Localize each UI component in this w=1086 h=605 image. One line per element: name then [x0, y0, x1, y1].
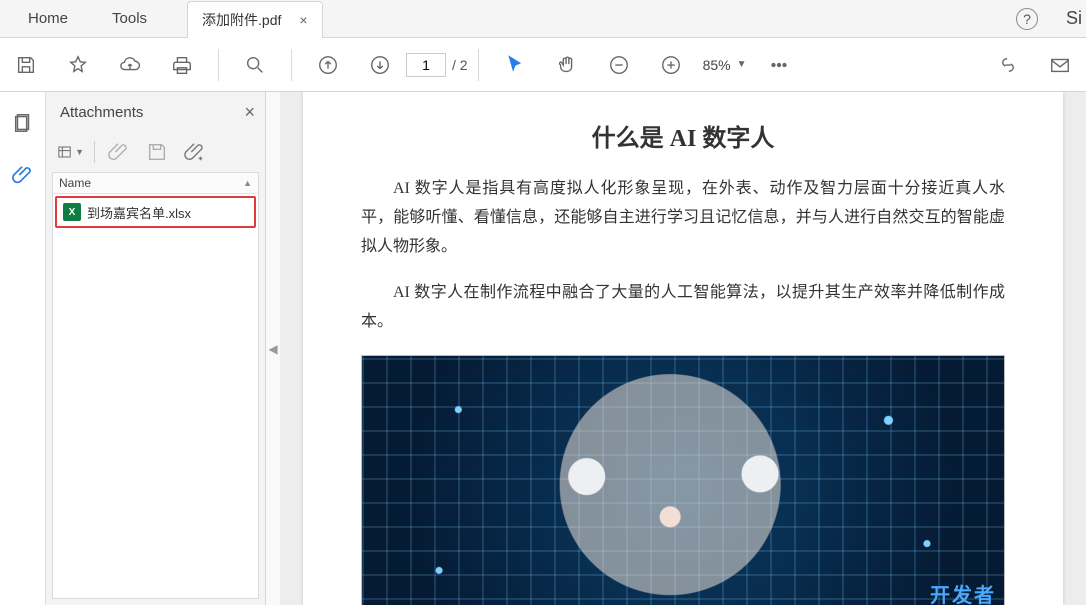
document-tab-title: 添加附件.pdf — [202, 10, 281, 30]
attachment-filename: 到场嘉宾名单.xlsx — [87, 203, 191, 222]
watermark-line1: 开发者 — [911, 586, 996, 605]
sort-ascending-icon: ▲ — [243, 178, 252, 188]
zoom-value: 85% — [703, 57, 731, 73]
page-total-label: / 2 — [452, 57, 468, 73]
attachments-panel: Attachments × ▼ Name ▲ — [46, 92, 266, 605]
find-icon[interactable] — [235, 45, 275, 85]
page-number-input[interactable] — [406, 53, 446, 77]
email-icon[interactable] — [1040, 45, 1080, 85]
attachments-list: Name ▲ X 到场嘉宾名单.xlsx — [52, 172, 259, 599]
toolbar-divider — [218, 49, 219, 81]
attachments-toolbar: ▼ — [46, 132, 265, 172]
attachment-item[interactable]: X 到场嘉宾名单.xlsx — [57, 198, 254, 226]
share-link-icon[interactable] — [988, 45, 1028, 85]
selection-tool-icon[interactable] — [495, 45, 535, 85]
sign-in-link[interactable]: Si — [1056, 8, 1086, 29]
close-panel-button[interactable]: × — [244, 102, 255, 123]
add-attachment-icon[interactable] — [181, 138, 209, 166]
save-attachment-icon[interactable] — [143, 138, 171, 166]
toolbar-divider — [478, 49, 479, 81]
close-tab-button[interactable]: × — [299, 12, 307, 28]
attachments-panel-title: Attachments — [60, 104, 143, 121]
document-image: 开发者 DevZe.CoM — [361, 355, 1005, 605]
column-name-label: Name — [59, 176, 91, 190]
page-up-icon[interactable] — [308, 45, 348, 85]
pdf-page: 什么是 AI 数字人 AI 数字人是指具有高度拟人化形象呈现，在外表、动作及智力… — [303, 92, 1063, 605]
left-nav-rail — [0, 92, 46, 605]
attachment-item-highlight: X 到场嘉宾名单.xlsx — [55, 196, 256, 228]
document-tab[interactable]: 添加附件.pdf × — [187, 1, 323, 38]
collapse-panel-handle[interactable]: ◀ — [266, 92, 280, 605]
menu-home[interactable]: Home — [6, 0, 90, 37]
zoom-in-icon[interactable] — [651, 45, 691, 85]
star-icon[interactable] — [58, 45, 98, 85]
chevron-down-icon: ▼ — [737, 59, 747, 70]
excel-file-icon: X — [63, 203, 81, 221]
image-watermark: 开发者 DevZe.CoM — [911, 586, 996, 605]
toolbar-divider — [291, 49, 292, 81]
page-viewport[interactable]: 什么是 AI 数字人 AI 数字人是指具有高度拟人化形象呈现，在外表、动作及智力… — [280, 92, 1086, 605]
cloud-upload-icon[interactable] — [110, 45, 150, 85]
help-icon[interactable]: ? — [1016, 8, 1038, 30]
attachment-options-icon[interactable]: ▼ — [56, 138, 84, 166]
menu-tools[interactable]: Tools — [90, 0, 169, 37]
hand-tool-icon[interactable] — [547, 45, 587, 85]
main-area: Attachments × ▼ Name ▲ — [0, 92, 1086, 605]
save-icon[interactable] — [6, 45, 46, 85]
app-menu-bar: Home Tools 添加附件.pdf × ? Si — [0, 0, 1086, 38]
document-heading: 什么是 AI 数字人 — [361, 118, 1005, 153]
attachments-panel-icon[interactable] — [10, 162, 36, 188]
toolbar: / 2 85% ▼ — [0, 38, 1086, 92]
zoom-level-dropdown[interactable]: 85% ▼ — [697, 55, 753, 75]
document-paragraph: AI 数字人在制作流程中融合了大量的人工智能算法，以提升其生产效率并降低制作成本… — [361, 279, 1005, 337]
thumbnails-panel-icon[interactable] — [10, 110, 36, 136]
open-attachment-icon[interactable] — [105, 138, 133, 166]
attachments-column-header[interactable]: Name ▲ — [53, 172, 258, 194]
document-paragraph: AI 数字人是指具有高度拟人化形象呈现，在外表、动作及智力层面十分接近真人水平，… — [361, 175, 1005, 261]
print-icon[interactable] — [162, 45, 202, 85]
page-down-icon[interactable] — [360, 45, 400, 85]
attachments-panel-header: Attachments × — [46, 92, 265, 132]
zoom-out-icon[interactable] — [599, 45, 639, 85]
toolbar-divider — [94, 141, 95, 163]
more-tools-icon[interactable] — [759, 45, 799, 85]
